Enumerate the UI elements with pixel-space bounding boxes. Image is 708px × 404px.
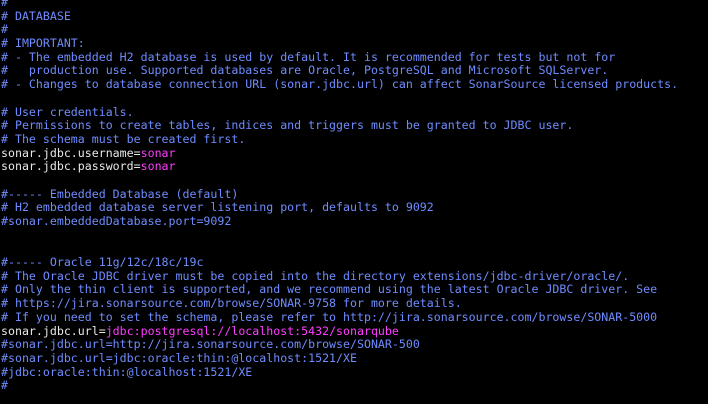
comment-line: # If you need to set the schema, please … <box>1 309 658 324</box>
comment-line: # https://jira.sonarsource.com/browse/SO… <box>1 296 462 311</box>
comment-line: # User credentials. <box>1 104 134 119</box>
setting-key: sonar.jdbc.url= <box>1 323 106 338</box>
comment-line: #sonar.embeddedDatabase.port=9092 <box>1 214 232 228</box>
comment-line: # IMPORTANT: <box>1 36 85 51</box>
comment-line: # Only the thin client is supported, and… <box>1 282 658 297</box>
comment-line: # <box>1 22 8 37</box>
comment-line: #sonar.jdbc.url=jdbc:oracle:thin:@localh… <box>1 350 357 365</box>
comment-line: #sonar.jdbc.url=http://jira.sonarsource.… <box>1 337 420 352</box>
comment-line: # The Oracle JDBC driver must be copied … <box>1 268 630 283</box>
comment-line: # Permissions to create tables, indices … <box>1 118 574 133</box>
comment-line: # - Changes to database connection URL (… <box>1 77 679 92</box>
comment-line: # - The embedded H2 database is used by … <box>1 49 616 64</box>
comment-line: # DATABASE <box>1 8 71 23</box>
comment-line: #----- Embedded Database (default) <box>1 186 239 201</box>
comment-line: #jdbc:oracle:thin:@localhost:1521/XE <box>1 364 253 379</box>
comment-line: # H2 embedded database server listening … <box>1 200 434 215</box>
setting-key: sonar.jdbc.password= <box>1 159 141 174</box>
setting-value: sonar <box>140 159 176 174</box>
comment-line: # <box>1 0 8 9</box>
comment-line: # The schema must be created first. <box>1 131 246 146</box>
setting-value: sonar <box>140 145 176 160</box>
comment-line: # <box>1 378 8 393</box>
config-setting-line: sonar.jdbc.password=sonar <box>1 159 678 174</box>
comment-line: # production use. Supported databases ar… <box>1 63 609 78</box>
terminal-window[interactable]: # # DATABASE # # IMPORTANT: # - The embedded… <box>0 0 708 404</box>
comment-line: #----- Oracle 11g/12c/18c/19c <box>1 255 204 270</box>
config-setting-line: sonar.jdbc.username=sonar <box>1 145 678 161</box>
setting-key: sonar.jdbc.username= <box>1 145 141 160</box>
config-setting-line: sonar.jdbc.url=jdbc:postgresql://localho… <box>1 323 678 339</box>
file-content: # # DATABASE # # IMPORTANT: # - The embedded… <box>1 0 678 393</box>
setting-value: jdbc:postgresql://localhost:5432/sonarqu… <box>105 323 399 338</box>
